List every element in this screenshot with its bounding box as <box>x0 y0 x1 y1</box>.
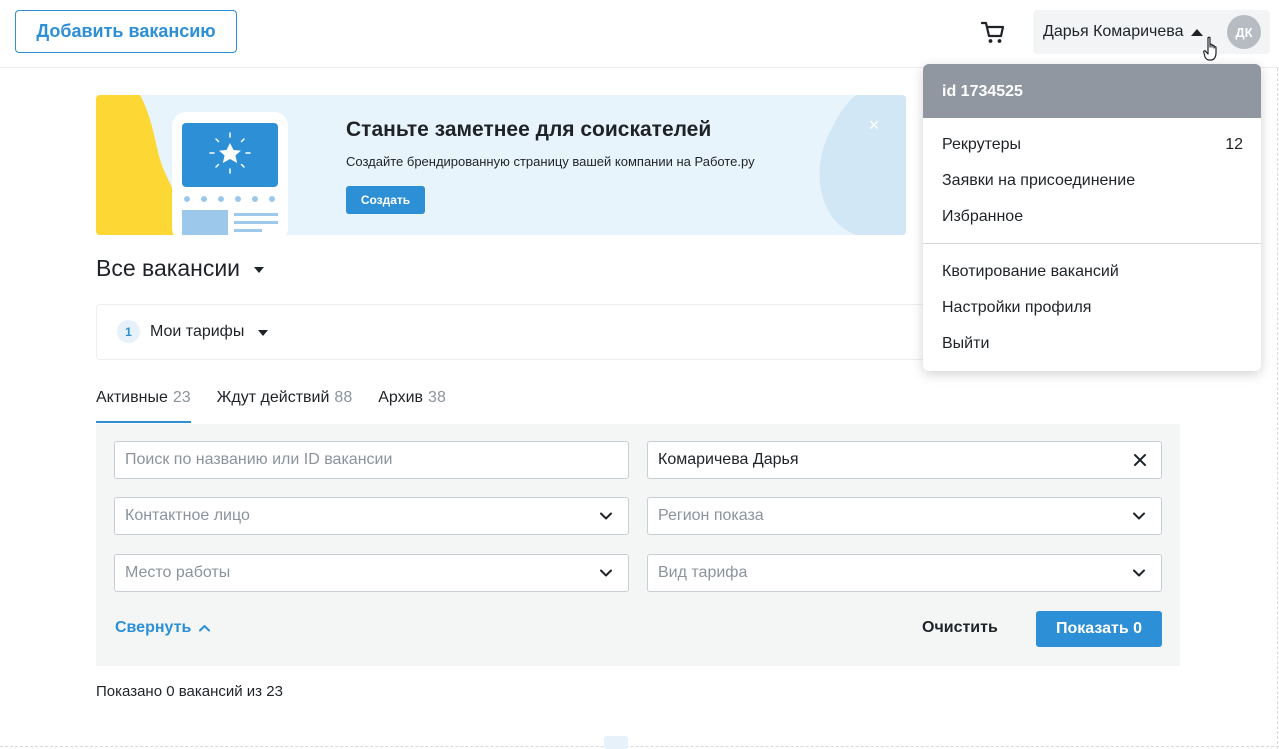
menu-item-label: Избранное <box>942 208 1024 225</box>
menu-item-favorites[interactable]: Избранное <box>942 208 1243 226</box>
vacancies-filter-dropdown[interactable]: Все вакансии <box>96 255 265 282</box>
menu-item-logout[interactable]: Выйти <box>942 335 1243 353</box>
cart-icon[interactable] <box>980 19 1006 45</box>
region-select[interactable]: Регион показа <box>647 497 1162 535</box>
divider <box>1277 68 1278 749</box>
recruiters-count: 12 <box>1225 136 1243 153</box>
close-icon[interactable]: × <box>866 116 882 134</box>
chevron-up-icon <box>199 625 211 632</box>
caret-down-icon <box>254 267 265 273</box>
workplace-select[interactable]: Место работы <box>114 554 629 592</box>
recruiter-field[interactable]: Комаричева Дарья <box>647 441 1162 479</box>
contact-placeholder: Контактное лицо <box>125 507 250 524</box>
tab-active[interactable]: Активные 23 <box>96 386 191 423</box>
clear-filters-button[interactable]: Очистить <box>922 619 998 637</box>
tab-label: Ждут действий <box>216 389 330 406</box>
show-results-button[interactable]: Показать 0 <box>1036 611 1162 647</box>
menu-item-join-requests[interactable]: Заявки на присоединение <box>942 172 1243 190</box>
scroll-marker <box>604 736 628 749</box>
menu-item-recruiters[interactable]: Рекрутеры 12 <box>942 136 1243 154</box>
clear-icon[interactable] <box>1133 453 1147 467</box>
tariffs-label: Мои тарифы <box>150 322 245 340</box>
tariffs-count-badge: 1 <box>117 320 140 343</box>
chevron-down-icon <box>1133 512 1145 520</box>
top-header: Добавить вакансию Дарья Комаричева ДК <box>0 0 1279 68</box>
results-summary: Показано 0 вакансий из 23 <box>96 683 283 700</box>
recruiter-value: Комаричева Дарья <box>658 451 799 468</box>
page-title: Все вакансии <box>96 255 241 281</box>
tariff-type-select[interactable]: Вид тарифа <box>647 554 1162 592</box>
tab-label: Активные <box>96 389 168 406</box>
user-name: Дарья Комаричева <box>1043 23 1184 40</box>
add-vacancy-button[interactable]: Добавить вакансию <box>15 10 237 53</box>
tab-archive[interactable]: Архив 38 <box>378 386 446 423</box>
tariff-type-placeholder: Вид тарифа <box>658 564 748 581</box>
workplace-placeholder: Место работы <box>125 564 231 581</box>
tariffs-panel: 1 Мои тарифы <box>96 304 946 360</box>
menu-divider <box>923 243 1261 244</box>
tab-label: Архив <box>378 389 424 406</box>
tab-count: 23 <box>172 389 191 406</box>
create-button[interactable]: Создать <box>346 186 425 214</box>
chevron-down-icon <box>600 569 612 577</box>
contact-select[interactable]: Контактное лицо <box>114 497 629 535</box>
avatar: ДК <box>1227 15 1261 49</box>
region-placeholder: Регион показа <box>658 507 764 524</box>
hand-cursor-icon <box>1203 36 1217 61</box>
caret-down-icon <box>258 330 269 336</box>
banner-title: Станьте заметнее для соискателей <box>346 118 712 141</box>
tab-count: 38 <box>428 389 446 406</box>
menu-item-label: Рекрутеры <box>942 136 1022 153</box>
search-placeholder: Поиск по названию или ID вакансии <box>125 451 393 468</box>
caret-up-icon <box>1191 28 1204 36</box>
collapse-label: Свернуть <box>115 619 192 636</box>
user-dropdown-menu: id 1734525 Рекрутеры 12 Заявки на присое… <box>923 64 1261 371</box>
menu-item-label: Настройки профиля <box>942 299 1092 316</box>
divider <box>0 746 1279 747</box>
collapse-filters-button[interactable]: Свернуть <box>115 619 211 637</box>
account-id: id 1734525 <box>923 64 1261 118</box>
banner-subtitle: Создайте брендированную страницу вашей к… <box>346 154 755 169</box>
search-input[interactable]: Поиск по названию или ID вакансии <box>114 441 629 479</box>
menu-item-label: Выйти <box>942 335 990 352</box>
menu-item-profile-settings[interactable]: Настройки профиля <box>942 299 1243 317</box>
chevron-down-icon <box>600 512 612 520</box>
user-menu-toggle[interactable]: Дарья Комаричева ДК <box>1033 10 1270 54</box>
vacancy-tabs: Активные 23 Ждут действий 88 Архив 38 <box>96 386 472 424</box>
my-tariffs-toggle[interactable]: 1 Мои тарифы <box>117 320 269 343</box>
chevron-down-icon <box>1133 569 1145 577</box>
menu-item-quotas[interactable]: Квотирование вакансий <box>942 263 1243 281</box>
menu-item-label: Заявки на присоединение <box>942 172 1136 189</box>
menu-item-label: Квотирование вакансий <box>942 263 1119 280</box>
tab-count: 88 <box>334 389 353 406</box>
filters-panel: Поиск по названию или ID вакансии Комари… <box>96 424 1180 666</box>
promo-banner: Станьте заметнее для соискателей Создайт… <box>96 95 906 235</box>
tab-pending[interactable]: Ждут действий 88 <box>217 386 353 423</box>
